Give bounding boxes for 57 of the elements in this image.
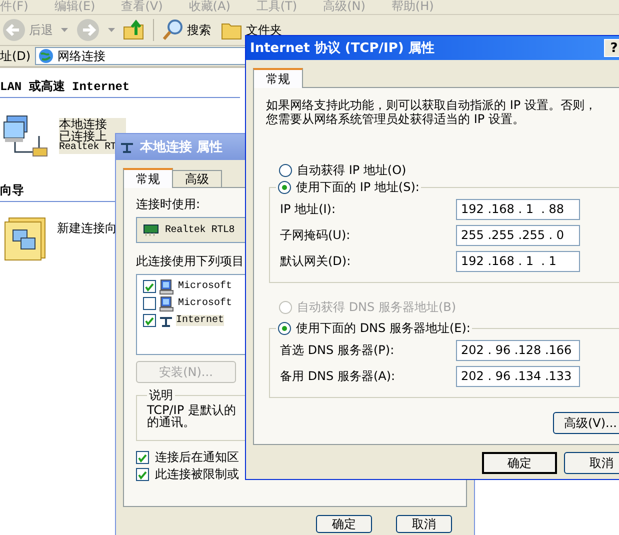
advanced-button[interactable]: 高级(V)... (553, 412, 619, 434)
ip-address-field[interactable]: 255 .255 .255 . 0 (456, 224, 580, 246)
tab[interactable]: 常规 (253, 68, 303, 88)
dropdown-arrow-icon (61, 28, 68, 32)
folders-button[interactable]: 文件夹 (219, 20, 284, 40)
check-icon (137, 470, 148, 480)
tab[interactable]: 常规 (123, 168, 173, 188)
group-heading: LAN 或高速 Internet (0, 78, 240, 98)
checkbox[interactable] (143, 314, 156, 327)
description-text: TCP/IP 是默认的 (147, 404, 237, 416)
help-button[interactable]: ? (604, 39, 619, 57)
check-icon (137, 452, 148, 462)
computer-icon (159, 296, 175, 312)
group-title: 说明 (148, 387, 174, 404)
ip-address-field[interactable]: 192 .168 . 1 . 1 (456, 250, 580, 272)
checkbox-label: 此连接被限制或 (155, 466, 239, 483)
list-item[interactable]: Microsoft (178, 281, 232, 292)
list-item[interactable]: Internet (176, 315, 224, 326)
field-label: 首选 DNS 服务器(P): (280, 342, 396, 358)
intro-text: 如果网络支持此功能，则可以获取自动指派的 IP 设置。否则，您需要从网络系统管理员处获得适当的 IP 设置。 (266, 98, 598, 126)
description-text: 的通讯。 (147, 416, 195, 428)
check-icon (144, 282, 155, 292)
network-card-icon (143, 224, 159, 236)
field-label: 默认网关(D): (280, 252, 352, 270)
address-label: 址(D) (0, 48, 31, 64)
dialog-button[interactable]: 取消 (396, 515, 452, 533)
window-title: Internet 协议 (TCP/IP) 属性 (250, 40, 434, 57)
field-label: IP 地址(I): (280, 200, 337, 218)
ip-address-field[interactable]: 192 .168 . 1 . 88 (456, 198, 580, 220)
folder-up-icon (123, 19, 145, 41)
radio-button[interactable]: 使用下面的 IP 地址(S): (278, 179, 420, 196)
checkbox[interactable] (143, 280, 156, 293)
computer-icon (159, 278, 175, 294)
field-label: 此连接使用下列项目 (136, 253, 244, 270)
search-button[interactable]: 搜索 (160, 19, 213, 41)
checkbox[interactable] (136, 468, 149, 481)
radio-button[interactable]: 自动获得 IP 地址(O) (279, 162, 406, 179)
dropdown-arrow-icon (108, 28, 115, 32)
list-item[interactable]: Microsoft (178, 298, 232, 309)
window-title: 本地连接 属性 (140, 138, 223, 156)
ip-address-field[interactable]: 202 . 96 .128 .166 (456, 340, 580, 360)
dialog-button[interactable]: 取消 (564, 452, 619, 474)
ip-address-field[interactable]: 202 . 96 .134 .133 (456, 366, 580, 386)
radio-button[interactable]: 使用下面的 DNS 服务器地址(E): (278, 320, 470, 337)
checkbox[interactable] (136, 451, 149, 464)
field-label: 备用 DNS 服务器(A): (280, 368, 396, 384)
connection-item[interactable]: 本地连接 已连接上 Realtek RT (59, 118, 126, 154)
dialog-button[interactable]: 确定 (316, 515, 372, 533)
field-label: 子网掩码(U): (280, 226, 352, 244)
tab[interactable]: 高级 (172, 170, 222, 187)
checkbox-label: 连接后在通知区 (155, 449, 239, 466)
checkbox[interactable] (143, 297, 156, 310)
check-icon (144, 316, 155, 326)
globe-icon (38, 48, 54, 64)
dialog-button[interactable]: 确定 (482, 452, 557, 474)
connection-item[interactable]: 新建连接向 (57, 216, 117, 262)
search-icon (162, 19, 184, 41)
